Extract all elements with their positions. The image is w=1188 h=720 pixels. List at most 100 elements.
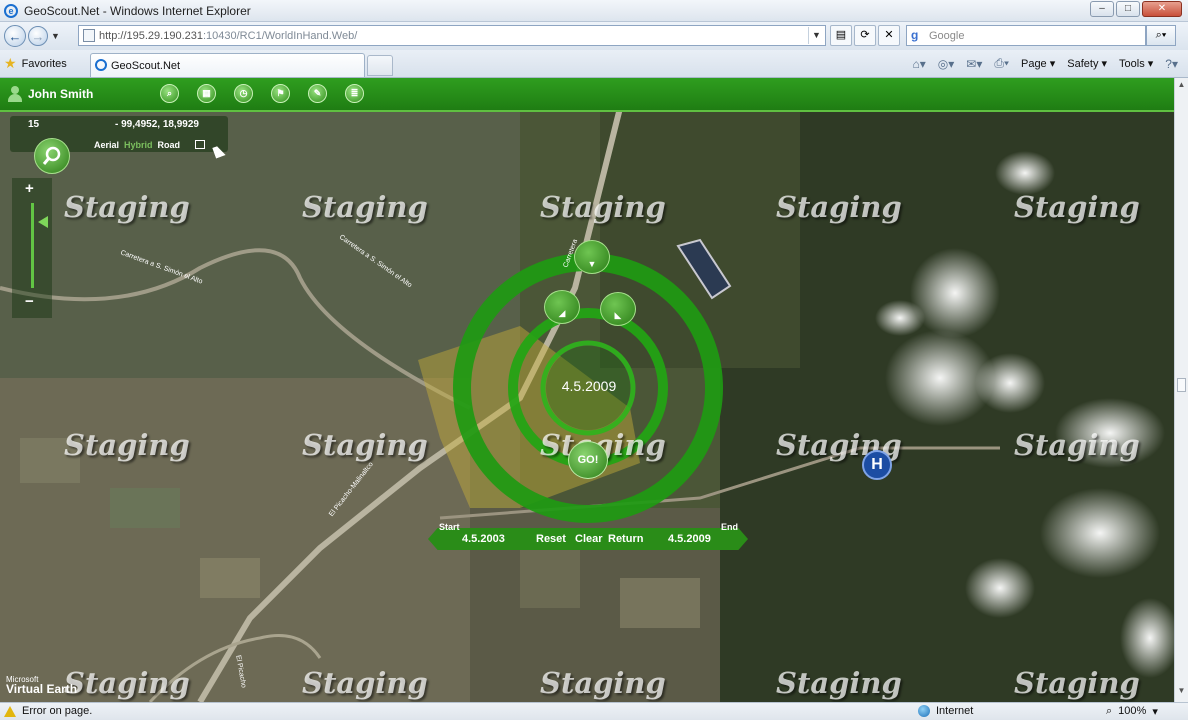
reset-button[interactable]: Reset bbox=[536, 533, 566, 545]
page-menu-label: Page bbox=[1020, 58, 1047, 70]
virtual-earth-logo: Microsoft Virtual Earth bbox=[6, 675, 77, 696]
error-indicator[interactable]: Error on page. bbox=[4, 705, 92, 717]
favorites-label: Favorites bbox=[21, 57, 67, 70]
safety-menu[interactable]: Safety ▾ bbox=[1067, 57, 1107, 70]
help-icon[interactable]: ?▾ bbox=[1165, 57, 1178, 71]
vertical-scrollbar[interactable]: ▲ ▼ bbox=[1174, 78, 1188, 702]
new-tab-button[interactable] bbox=[367, 55, 393, 76]
command-bar: ⌂▾ ◎▾ ✉▾ ⎙▾ Page ▾ Safety ▾ Tools ▾ ?▾ bbox=[912, 56, 1178, 71]
url-path: :10430/RC1/WorldInHand.Web/ bbox=[202, 29, 358, 42]
staging-watermark: Staging bbox=[64, 666, 190, 700]
staging-watermark: Staging bbox=[776, 190, 902, 224]
stop-button[interactable]: ✕ bbox=[878, 25, 900, 46]
tab-title: GeoScout.Net bbox=[111, 59, 181, 72]
timeline-end-label: End bbox=[721, 522, 738, 532]
staging-watermark: Staging bbox=[540, 190, 666, 224]
road-option[interactable]: Road bbox=[158, 140, 181, 150]
layers-tool-icon[interactable]: ≣ bbox=[345, 84, 364, 103]
flag-tool-icon[interactable]: ⚑ bbox=[271, 84, 290, 103]
search-button[interactable]: ⌕▾ bbox=[1146, 25, 1176, 46]
tools-menu[interactable]: Tools ▾ bbox=[1119, 57, 1153, 70]
url-host: http://195.29.190.231 bbox=[99, 29, 203, 42]
zoom-slider-thumb[interactable] bbox=[38, 216, 48, 228]
scroll-up-icon[interactable]: ▲ bbox=[1176, 80, 1187, 94]
hybrid-option[interactable]: Hybrid bbox=[124, 140, 153, 150]
ring-handle-top[interactable]: ▼ bbox=[574, 240, 610, 274]
star-icon: ★ bbox=[4, 55, 17, 71]
ring-handle-right[interactable]: ◣ bbox=[600, 292, 636, 326]
safety-menu-label: Safety bbox=[1067, 58, 1099, 70]
page-icon bbox=[83, 29, 95, 42]
scroll-thumb[interactable] bbox=[1177, 378, 1186, 392]
window-titlebar: e GeoScout.Net - Windows Internet Explor… bbox=[0, 0, 1188, 22]
coordinates-readout: - 99,4952, 18,9929 bbox=[115, 119, 199, 130]
staging-watermark: Staging bbox=[302, 666, 428, 700]
google-icon: g bbox=[911, 28, 919, 42]
zoom-icon: ⌕ bbox=[1106, 705, 1113, 717]
app-header: John Smith ⌕ ▦ ◷ ⚑ ✎ ≣ bbox=[0, 78, 1174, 112]
home-icon[interactable]: ⌂▾ bbox=[912, 57, 925, 71]
tab-geoscout[interactable]: GeoScout.Net bbox=[90, 53, 365, 77]
refresh-button[interactable]: ⟳ bbox=[854, 25, 876, 46]
minimap-toggle-icon[interactable] bbox=[195, 140, 206, 149]
staging-watermark: Staging bbox=[1014, 428, 1140, 462]
timeline-start-label: Start bbox=[439, 522, 460, 532]
end-date[interactable]: 4.5.2009 bbox=[668, 533, 711, 545]
search-placeholder: Google bbox=[929, 29, 965, 42]
brand-virtual-earth: Virtual Earth bbox=[6, 682, 78, 696]
staging-watermark: Staging bbox=[64, 428, 190, 462]
search-tool-icon[interactable]: ⌕ bbox=[160, 84, 179, 103]
zoom-slider-track[interactable] bbox=[31, 203, 34, 288]
aerial-option[interactable]: Aerial bbox=[94, 140, 119, 150]
zoom-control: + − bbox=[12, 178, 52, 318]
staging-watermark: Staging bbox=[540, 666, 666, 700]
user-badge[interactable]: John Smith bbox=[8, 86, 93, 102]
user-name: John Smith bbox=[28, 87, 94, 101]
minimize-button[interactable]: – bbox=[1090, 1, 1114, 17]
address-bar: ← → ▼ http://195.29.190.231 :10430/RC1/W… bbox=[0, 22, 1188, 50]
compatibility-icon[interactable]: ▤ bbox=[830, 25, 852, 46]
ring-handle-left[interactable]: ◢ bbox=[544, 290, 580, 324]
staging-watermark: Staging bbox=[1014, 190, 1140, 224]
window-title: GeoScout.Net - Windows Internet Explorer bbox=[24, 3, 251, 18]
staging-watermark: Staging bbox=[64, 190, 190, 224]
app-toolbar: ⌕ ▦ ◷ ⚑ ✎ ≣ bbox=[160, 84, 364, 103]
return-button[interactable]: Return bbox=[608, 533, 643, 545]
url-dropdown-icon[interactable]: ▼ bbox=[808, 27, 824, 44]
close-window-button[interactable]: ✕ bbox=[1142, 1, 1182, 17]
globe-icon bbox=[918, 705, 930, 717]
url-field[interactable]: http://195.29.190.231 :10430/RC1/WorldIn… bbox=[78, 25, 826, 46]
forward-button[interactable]: → bbox=[28, 26, 48, 46]
map-style-switcher: Aerial Hybrid Road bbox=[94, 140, 206, 150]
zoom-in-button[interactable]: + bbox=[25, 180, 34, 197]
magnifier-button[interactable] bbox=[34, 138, 70, 174]
start-date[interactable]: 4.5.2003 bbox=[462, 533, 505, 545]
hospital-marker-icon[interactable]: H bbox=[862, 450, 892, 480]
warning-icon bbox=[4, 705, 16, 717]
back-button[interactable]: ← bbox=[4, 25, 26, 47]
feeds-icon[interactable]: ◎▾ bbox=[938, 57, 955, 71]
current-date-label: 4.5.2009 bbox=[561, 378, 617, 394]
favorites-button[interactable]: ★ Favorites bbox=[4, 55, 67, 72]
clock-tool-icon[interactable]: ◷ bbox=[234, 84, 253, 103]
favorites-bar: ★ Favorites GeoScout.Net ⌂▾ ◎▾ ✉▾ ⎙▾ Pag… bbox=[0, 50, 1188, 78]
print-icon[interactable]: ⎙▾ bbox=[994, 56, 1009, 71]
calendar-tool-icon[interactable]: ▦ bbox=[197, 84, 216, 103]
zoom-level: 15 bbox=[28, 119, 40, 130]
history-dropdown-icon[interactable]: ▼ bbox=[51, 31, 63, 41]
address-tools: ▤ ⟳ ✕ bbox=[830, 25, 900, 46]
staging-watermark: Staging bbox=[302, 190, 428, 224]
zoom-value: 100% bbox=[1118, 705, 1147, 717]
mail-icon[interactable]: ✉▾ bbox=[966, 57, 982, 71]
clear-button[interactable]: Clear bbox=[575, 533, 603, 545]
zoom-out-button[interactable]: − bbox=[25, 293, 34, 310]
pin-tool-icon[interactable]: ✎ bbox=[308, 84, 327, 103]
zoom-menu[interactable]: ⌕ 100% ▾ bbox=[1106, 705, 1158, 718]
scroll-down-icon[interactable]: ▼ bbox=[1176, 686, 1187, 700]
map-canvas[interactable]: Staging Staging Staging Staging Staging … bbox=[0, 78, 1174, 702]
go-button[interactable]: GO! bbox=[568, 441, 608, 479]
staging-watermark: Staging bbox=[776, 666, 902, 700]
maximize-button[interactable]: □ bbox=[1116, 1, 1140, 17]
search-input[interactable]: g Google bbox=[906, 25, 1146, 46]
page-menu[interactable]: Page ▾ bbox=[1021, 57, 1055, 70]
